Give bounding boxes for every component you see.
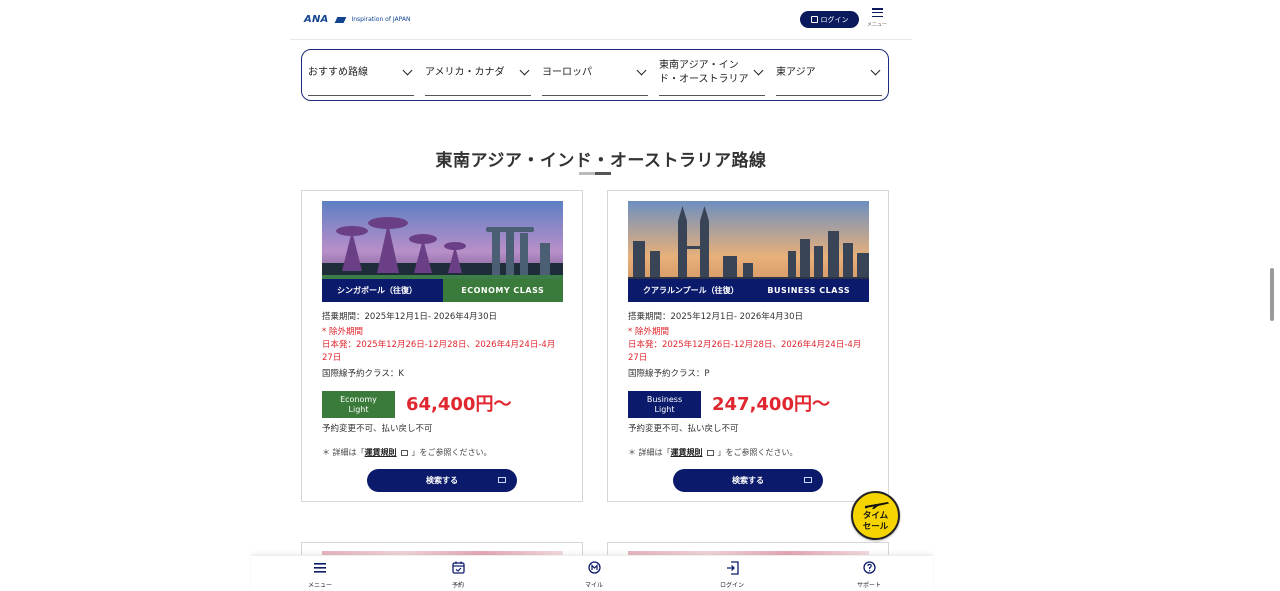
nav-miles[interactable]: マイル — [564, 560, 624, 589]
fare-type-line1: Business — [646, 394, 683, 404]
search-button-label: 検索する — [732, 476, 764, 485]
nav-miles-label: マイル — [584, 582, 603, 589]
external-window-icon — [498, 477, 506, 483]
tab-southeast-asia-india-australia[interactable]: 東南アジア・イン ド・オーストラリア — [659, 50, 765, 96]
cabin-class-caption: BUSINESS CLASS — [748, 279, 869, 302]
fare-rules-note: ＊ 詳細は「運賃規則 」をご参照ください。 — [628, 447, 798, 458]
fare-rules-link[interactable]: 運賃規則 — [365, 448, 397, 457]
time-sale-line1: タイム — [862, 511, 889, 521]
page: ANA Inspiration of JAPAN ログイン メニュー おすすめ路… — [0, 0, 1280, 591]
bottom-navigation: メニュー 予約 マイル ログイン サポート — [251, 555, 933, 591]
tab-label: 東南アジア・イン ド・オーストラリア — [659, 59, 749, 87]
mile-icon — [564, 560, 624, 575]
city-caption: クアラルンプール（往復） — [628, 279, 749, 302]
help-icon — [839, 560, 899, 575]
section-title: 東南アジア・インド・オーストラリア路線 — [435, 151, 767, 171]
kuala-lumpur-photo: クアラルンプール（往復） BUSINESS CLASS — [628, 201, 869, 302]
route-tabs: おすすめ路線 アメリカ・カナダ ヨーロッパ 東南アジア・イン ド・オーストラリア… — [301, 49, 889, 101]
tab-label: アメリカ・カナダ — [425, 66, 505, 78]
exclusion-detail: 日本発：2025年12月26日-12月28日、2026年4月24日-4月27日 — [628, 340, 862, 363]
tab-label-line1: 東南アジア・イン — [659, 59, 739, 71]
exclusion-title: * 除外期間 — [628, 327, 669, 337]
note-suffix: 」をご参照ください。 — [411, 448, 492, 457]
fare-type-badge: Economy Light — [322, 391, 395, 418]
page-scrollbar[interactable] — [1270, 268, 1274, 321]
booking-class: 国際線予約クラス：K — [322, 369, 404, 379]
nav-reservation[interactable]: 予約 — [428, 560, 488, 589]
fare-card-kuala-lumpur: クアラルンプール（往復） BUSINESS CLASS 搭乗期間：2025年12… — [607, 190, 889, 502]
tab-east-asia[interactable]: 東アジア — [776, 50, 882, 96]
tab-label-line2: ド・オーストラリア — [659, 73, 749, 85]
fare-type-line2: Light — [654, 404, 675, 414]
fare-price: 247,400円～ — [712, 394, 830, 415]
title-underline — [579, 172, 611, 175]
tab-europe[interactable]: ヨーロッパ — [542, 50, 648, 96]
chevron-down-icon — [636, 65, 647, 76]
note-suffix: 」をご参照ください。 — [717, 448, 798, 457]
header-menu-button[interactable]: メニュー — [866, 8, 888, 28]
cabin-class-caption: ECONOMY CLASS — [442, 279, 563, 302]
fare-type-badge: Business Light — [628, 391, 701, 418]
fare-card-peek — [301, 542, 583, 556]
chevron-down-icon — [402, 65, 413, 76]
fare-rules-note: ＊ 詳細は「運賃規則 」をご参照ください。 — [322, 447, 492, 458]
fare-price: 64,400円～ — [406, 394, 512, 415]
logo-main: ANA — [304, 14, 329, 25]
fare-type-line1: Economy — [340, 394, 377, 404]
header-menu-label: メニュー — [866, 22, 887, 28]
search-button[interactable]: 検索する — [367, 469, 517, 492]
note-prefix: ＊ 詳細は「 — [628, 448, 671, 457]
search-button-label: 検索する — [426, 476, 458, 485]
tab-label: おすすめ路線 — [308, 66, 368, 78]
nav-reservation-label: 予約 — [451, 582, 464, 589]
fare-conditions: 予約変更不可、払い戻し不可 — [628, 424, 739, 434]
exclusion-title: * 除外期間 — [322, 327, 363, 337]
tab-recommended[interactable]: おすすめ路線 — [308, 50, 414, 96]
nav-menu[interactable]: メニュー — [290, 560, 350, 589]
header-login-label: ログイン — [820, 15, 849, 24]
hamburger-icon — [871, 8, 883, 17]
exclusion-detail: 日本発：2025年12月26日-12月28日、2026年4月24日-4月27日 — [322, 340, 556, 363]
logo-slash-mark — [335, 16, 347, 23]
travel-period: 搭乗期間：2025年12月1日- 2026年4月30日 — [628, 312, 803, 322]
fare-type-line2: Light — [348, 404, 369, 414]
airplane-icon — [865, 502, 889, 509]
chevron-down-icon — [870, 65, 881, 76]
login-icon — [810, 16, 818, 23]
ana-logo[interactable]: ANA Inspiration of JAPAN — [304, 14, 410, 25]
time-sale-label: タイム セール — [853, 511, 898, 533]
nav-support[interactable]: サポート — [839, 560, 899, 589]
nav-login[interactable]: ログイン — [702, 560, 762, 589]
login-icon — [702, 560, 762, 575]
note-prefix: ＊ 詳細は「 — [322, 448, 365, 457]
fare-card-peek — [607, 542, 889, 556]
external-window-icon — [804, 477, 812, 483]
external-link-icon — [706, 449, 714, 456]
calendar-icon — [428, 560, 488, 575]
external-link-icon — [400, 449, 408, 456]
time-sale-button[interactable]: タイム セール — [851, 491, 900, 540]
tab-label: 東アジア — [776, 66, 816, 78]
travel-period: 搭乗期間：2025年12月1日- 2026年4月30日 — [322, 312, 497, 322]
chevron-down-icon — [519, 65, 530, 76]
nav-menu-label: メニュー — [307, 582, 332, 589]
singapore-photo: シンガポール（往復） ECONOMY CLASS — [322, 201, 563, 302]
chevron-down-icon — [753, 65, 764, 76]
site-header: ANA Inspiration of JAPAN ログイン メニュー — [290, 0, 912, 40]
time-sale-line2: セール — [862, 522, 889, 532]
fare-rules-link[interactable]: 運賃規則 — [671, 448, 703, 457]
nav-login-label: ログイン — [719, 582, 744, 589]
tab-america-canada[interactable]: アメリカ・カナダ — [425, 50, 531, 96]
logo-sub: Inspiration of JAPAN — [351, 16, 411, 23]
menu-icon — [290, 560, 350, 575]
fare-card-singapore: シンガポール（往復） ECONOMY CLASS 搭乗期間：2025年12月1日… — [301, 190, 583, 502]
fare-conditions: 予約変更不可、払い戻し不可 — [322, 424, 433, 434]
search-button[interactable]: 検索する — [673, 469, 823, 492]
header-login-button[interactable]: ログイン — [800, 11, 859, 28]
booking-class: 国際線予約クラス：P — [628, 369, 710, 379]
city-caption: シンガポール（往復） — [322, 279, 443, 302]
tab-label: ヨーロッパ — [542, 66, 592, 78]
nav-support-label: サポート — [856, 582, 881, 589]
